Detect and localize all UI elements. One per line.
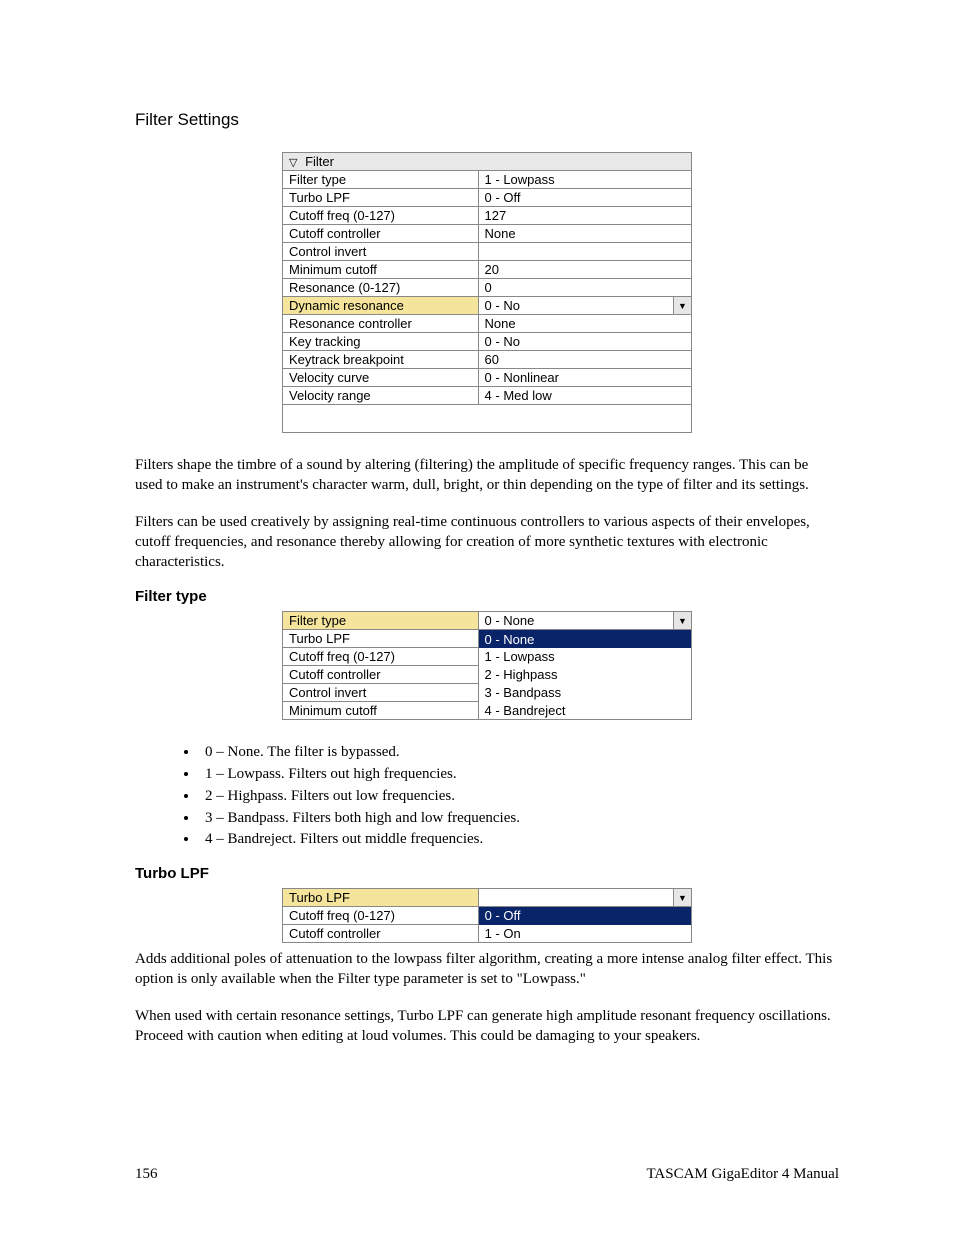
param-label: Turbo LPF	[283, 889, 479, 907]
param-label: Velocity range	[283, 387, 479, 405]
param-label: Cutoff freq (0-127)	[283, 907, 479, 925]
paragraph: When used with certain resonance setting…	[135, 1006, 839, 1047]
table-row[interactable]: Cutoff freq (0-127)1 - Lowpass	[283, 648, 692, 666]
table-row[interactable]: Filter type1 - Lowpass	[283, 171, 692, 189]
page-footer: 156 TASCAM GigaEditor 4 Manual	[135, 1166, 839, 1183]
subsection-heading: Filter type	[135, 588, 839, 605]
table-row[interactable]: Minimum cutoff4 - Bandreject	[283, 702, 692, 720]
dropdown-option[interactable]: 1 - On	[478, 925, 691, 943]
chevron-down-icon[interactable]: ▼	[673, 612, 691, 629]
param-value[interactable]: 0 - Off	[478, 189, 691, 207]
collapse-triangle-icon[interactable]: ▽	[289, 156, 297, 169]
chevron-down-icon[interactable]: ▼	[673, 889, 691, 906]
table-row-selected[interactable]: Dynamic resonance 0 - No ▼	[283, 297, 692, 315]
filter-settings-table: ▽ Filter Filter type1 - Lowpass Turbo LP…	[282, 152, 692, 433]
table-row[interactable]: Velocity range4 - Med low	[283, 387, 692, 405]
param-label: Minimum cutoff	[283, 261, 479, 279]
table-row[interactable]: Resonance controllerNone	[283, 315, 692, 333]
dropdown-option[interactable]: 4 - Bandreject	[478, 702, 691, 720]
table-row[interactable]: Cutoff controller2 - Highpass	[283, 666, 692, 684]
param-value[interactable]: None	[478, 315, 691, 333]
param-value[interactable]: 20	[478, 261, 691, 279]
param-value-dropdown[interactable]: 0 - No ▼	[478, 297, 691, 315]
table-row[interactable]: Resonance (0-127)0	[283, 279, 692, 297]
param-value[interactable]: 4 - Med low	[478, 387, 691, 405]
list-item: 3 – Bandpass. Filters both high and low …	[199, 808, 839, 830]
table-row[interactable]: Cutoff controllerNone	[283, 225, 692, 243]
param-label: Turbo LPF	[283, 630, 479, 648]
table-row[interactable]: Turbo LPF0 - Off	[283, 189, 692, 207]
param-label: Key tracking	[283, 333, 479, 351]
table-row[interactable]: Turbo LPF0 - None	[283, 630, 692, 648]
param-value[interactable]: 0	[478, 279, 691, 297]
table-row[interactable]: Control invert	[283, 243, 692, 261]
param-label: Cutoff controller	[283, 925, 479, 943]
table-row[interactable]: Cutoff freq (0-127)0 - Off	[283, 907, 692, 925]
param-value[interactable]: 1 - Lowpass	[478, 171, 691, 189]
bullet-list: 0 – None. The filter is bypassed. 1 – Lo…	[135, 742, 839, 851]
table-spacer	[283, 405, 692, 433]
paragraph: Filters can be used creatively by assign…	[135, 512, 839, 573]
param-label: Filter type	[283, 612, 479, 630]
param-label: Velocity curve	[283, 369, 479, 387]
subsection-heading: Turbo LPF	[135, 865, 839, 882]
filter-type-table: Filter type 0 - None ▼ Turbo LPF0 - None…	[282, 611, 692, 720]
param-value[interactable]: None	[478, 225, 691, 243]
param-label: Control invert	[283, 243, 479, 261]
table-row[interactable]: Keytrack breakpoint60	[283, 351, 692, 369]
dropdown-option[interactable]: 3 - Bandpass	[478, 684, 691, 702]
table-row[interactable]: Cutoff controller1 - On	[283, 925, 692, 943]
list-item: 2 – Highpass. Filters out low frequencie…	[199, 786, 839, 808]
turbo-lpf-table: Turbo LPF ▼ Cutoff freq (0-127)0 - Off C…	[282, 888, 692, 943]
param-label: Turbo LPF	[283, 189, 479, 207]
table-header[interactable]: ▽ Filter	[283, 153, 692, 171]
paragraph: Adds additional poles of attenuation to …	[135, 949, 839, 990]
dropdown-option-selected[interactable]: 0 - Off	[478, 907, 691, 925]
list-item: 1 – Lowpass. Filters out high frequencie…	[199, 764, 839, 786]
param-label: Filter type	[283, 171, 479, 189]
param-value-dropdown[interactable]: ▼	[478, 889, 691, 907]
param-value[interactable]: 60	[478, 351, 691, 369]
table-row[interactable]: Velocity curve0 - Nonlinear	[283, 369, 692, 387]
table-row[interactable]: Minimum cutoff20	[283, 261, 692, 279]
page-number: 156	[135, 1166, 158, 1183]
param-value-text: 0 - No	[485, 298, 520, 313]
param-label: Keytrack breakpoint	[283, 351, 479, 369]
param-label: Dynamic resonance	[283, 297, 479, 315]
table-row[interactable]: Control invert3 - Bandpass	[283, 684, 692, 702]
param-value-dropdown[interactable]: 0 - None ▼	[478, 612, 691, 630]
dropdown-option[interactable]: 2 - Highpass	[478, 666, 691, 684]
paragraph: Filters shape the timbre of a sound by a…	[135, 455, 839, 496]
list-item: 0 – None. The filter is bypassed.	[199, 742, 839, 764]
table-row-selected[interactable]: Turbo LPF ▼	[283, 889, 692, 907]
manual-title: TASCAM GigaEditor 4 Manual	[646, 1166, 839, 1183]
table-row-selected[interactable]: Filter type 0 - None ▼	[283, 612, 692, 630]
param-value[interactable]	[478, 243, 691, 261]
param-value-text: 0 - None	[485, 613, 535, 628]
table-row[interactable]: Key tracking0 - No	[283, 333, 692, 351]
param-label: Cutoff controller	[283, 666, 479, 684]
param-value[interactable]: 0 - Nonlinear	[478, 369, 691, 387]
chevron-down-icon[interactable]: ▼	[673, 297, 691, 314]
param-label: Resonance (0-127)	[283, 279, 479, 297]
param-label: Cutoff freq (0-127)	[283, 648, 479, 666]
list-item: 4 – Bandreject. Filters out middle frequ…	[199, 829, 839, 851]
param-value[interactable]: 0 - No	[478, 333, 691, 351]
dropdown-option[interactable]: 1 - Lowpass	[478, 648, 691, 666]
table-row[interactable]: Cutoff freq (0-127)127	[283, 207, 692, 225]
table-header-text: Filter	[305, 154, 334, 169]
page-heading: Filter Settings	[135, 110, 839, 130]
dropdown-option-selected[interactable]: 0 - None	[478, 630, 691, 648]
param-label: Cutoff controller	[283, 225, 479, 243]
param-label: Minimum cutoff	[283, 702, 479, 720]
param-label: Resonance controller	[283, 315, 479, 333]
param-value[interactable]: 127	[478, 207, 691, 225]
param-label: Cutoff freq (0-127)	[283, 207, 479, 225]
param-label: Control invert	[283, 684, 479, 702]
